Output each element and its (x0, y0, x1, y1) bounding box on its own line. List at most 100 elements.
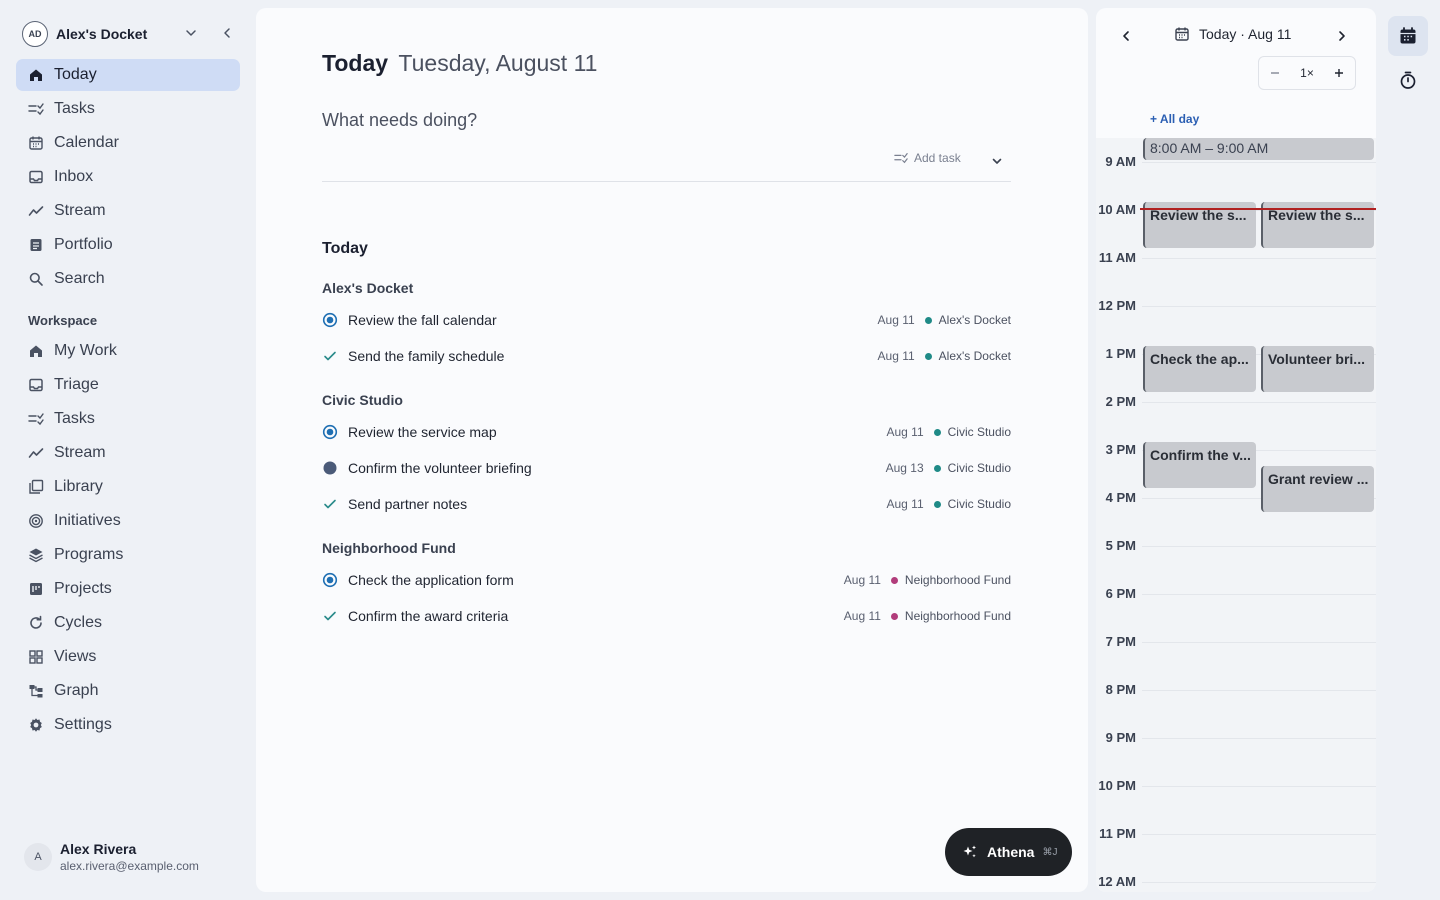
chevron-left-icon[interactable] (1118, 28, 1134, 44)
projects-icon (28, 581, 44, 597)
in-progress-icon[interactable] (322, 572, 338, 588)
task-row[interactable]: Review the fall calendar Aug 11 Alex's D… (322, 308, 1011, 332)
rail-timer-button[interactable] (1388, 60, 1428, 100)
add-task-label: Add task (914, 151, 961, 165)
hour-label: 8 PM (1105, 682, 1136, 697)
check-icon[interactable] (322, 348, 338, 364)
nav-item-views[interactable]: Views (16, 641, 240, 673)
task-date: Aug 11 (877, 313, 915, 327)
day-calendar-panel: Today · Aug 11 1× + All day 9 AM 10 AM 11 … (1096, 8, 1376, 892)
user-name: Alex Rivera (60, 841, 137, 857)
nav-item-cycles[interactable]: Cycles (16, 607, 240, 639)
hour-row: 2 PM (1096, 394, 1376, 442)
task-row[interactable]: Send partner notes Aug 11 Civic Studio (322, 492, 1011, 516)
task-row[interactable]: Check the application form Aug 11 Neighb… (322, 568, 1011, 592)
home-icon (28, 343, 44, 359)
user-profile[interactable]: A Alex Rivera alex.rivera@example.com (24, 840, 199, 874)
nav-item-graph[interactable]: Graph (16, 675, 240, 707)
nav-label: Portfolio (54, 236, 113, 253)
nav-item-tasks[interactable]: Tasks (16, 93, 240, 125)
today-date-button[interactable]: Today · Aug 11 (1174, 26, 1291, 42)
nav-item-initiatives[interactable]: Initiatives (16, 505, 240, 537)
athena-button[interactable]: Athena ⌘J (945, 828, 1072, 876)
zoom-out-button[interactable] (1259, 57, 1291, 89)
nav-label: Stream (54, 202, 106, 219)
calendar-event[interactable]: Grant review ... (1261, 466, 1374, 512)
hour-gridline (1142, 786, 1376, 787)
calendar-event[interactable]: Volunteer bri... (1261, 346, 1374, 392)
nav-label: Library (54, 478, 103, 495)
nav-item-settings[interactable]: Settings (16, 709, 240, 741)
nav-label: Programs (54, 546, 124, 563)
add-task-button[interactable]: Add task (894, 151, 961, 165)
hour-gridline (1142, 690, 1376, 691)
list-title: Today (322, 240, 368, 257)
timer-icon (1398, 70, 1418, 90)
add-all-day-button[interactable]: + All day (1150, 112, 1199, 126)
nav-label: Cycles (54, 614, 103, 631)
hour-gridline (1142, 402, 1376, 403)
hour-row: 9 PM (1096, 730, 1376, 778)
task-row[interactable]: Review the service map Aug 11 Civic Stud… (322, 420, 1011, 444)
nav-item-library[interactable]: Library (16, 471, 240, 503)
nav-label: Tasks (54, 410, 95, 427)
chevron-down-icon[interactable] (184, 26, 198, 40)
nav-label: My Work (54, 342, 117, 359)
user-email: alex.rivera@example.com (60, 859, 199, 873)
nav-item-projects[interactable]: Projects (16, 573, 240, 605)
hour-label: 2 PM (1105, 394, 1136, 409)
project-color-dot (933, 500, 941, 508)
hour-gridline (1142, 738, 1376, 739)
nav-item-workspace-stream[interactable]: Stream (16, 437, 240, 469)
nav-label: Calendar (54, 134, 119, 151)
in-progress-icon[interactable] (322, 312, 338, 328)
hour-label: 1 PM (1105, 346, 1136, 361)
zoom-in-button[interactable] (1323, 57, 1355, 89)
nav-item-my-work[interactable]: My Work (16, 335, 240, 367)
calendar-event[interactable]: Check the ap... (1143, 346, 1256, 392)
nav-item-inbox[interactable]: Inbox (16, 161, 240, 193)
tasks-icon (28, 101, 44, 117)
nav-item-programs[interactable]: Programs (16, 539, 240, 571)
task-prompt-input[interactable]: What needs doing? (322, 110, 477, 131)
calendar-icon (1398, 26, 1418, 46)
hour-gridline (1142, 306, 1376, 307)
task-row[interactable]: Confirm the volunteer briefing Aug 13 Ci… (322, 456, 1011, 480)
calendar-event[interactable]: 8:00 AM – 9:00 AM (1143, 138, 1374, 160)
task-row[interactable]: Send the family schedule Aug 11 Alex's D… (322, 344, 1011, 368)
hour-row: 10 PM (1096, 778, 1376, 826)
group-title: Alex's Docket (322, 280, 414, 296)
rail-calendar-button[interactable] (1388, 16, 1428, 56)
task-project: Civic Studio (947, 461, 1011, 475)
chevron-right-icon[interactable] (1334, 28, 1350, 44)
calendar-event[interactable]: Confirm the v... (1143, 442, 1256, 488)
task-date: Aug 13 (885, 461, 924, 475)
workspace-switcher[interactable]: AD Alex's Docket (22, 20, 242, 48)
primary-nav: Today Tasks Calendar Inbox Stream Portfo… (16, 59, 240, 297)
collapse-sidebar-icon[interactable] (220, 26, 234, 40)
hour-label: 11 PM (1099, 826, 1136, 841)
nav-item-triage[interactable]: Triage (16, 369, 240, 401)
hour-row: 5 PM (1096, 538, 1376, 586)
check-icon[interactable] (322, 496, 338, 512)
in-progress-icon[interactable] (322, 424, 338, 440)
nav-item-calendar[interactable]: Calendar (16, 127, 240, 159)
stream-icon (28, 203, 44, 219)
nav-item-portfolio[interactable]: Portfolio (16, 229, 240, 261)
page-title: Today Tuesday, August 11 (322, 48, 597, 78)
nav-item-workspace-tasks[interactable]: Tasks (16, 403, 240, 435)
nav-item-stream[interactable]: Stream (16, 195, 240, 227)
inbox-icon (28, 169, 44, 185)
nav-item-search[interactable]: Search (16, 263, 240, 295)
calendar-grid[interactable]: 9 AM 10 AM 11 AM 12 PM 1 PM 2 PM 3 PM 4 PM 5 PM 6… (1096, 138, 1376, 892)
portfolio-icon (28, 237, 44, 253)
hour-row: 6 PM (1096, 586, 1376, 634)
nav-item-today[interactable]: Today (16, 59, 240, 91)
project-color-dot (924, 352, 932, 360)
initiatives-icon (28, 513, 44, 529)
check-icon[interactable] (322, 608, 338, 624)
chevron-down-icon[interactable] (990, 154, 1004, 168)
todo-status-icon[interactable] (322, 460, 338, 476)
task-row[interactable]: Confirm the award criteria Aug 11 Neighb… (322, 604, 1011, 628)
athena-shortcut: ⌘J (1042, 846, 1058, 858)
